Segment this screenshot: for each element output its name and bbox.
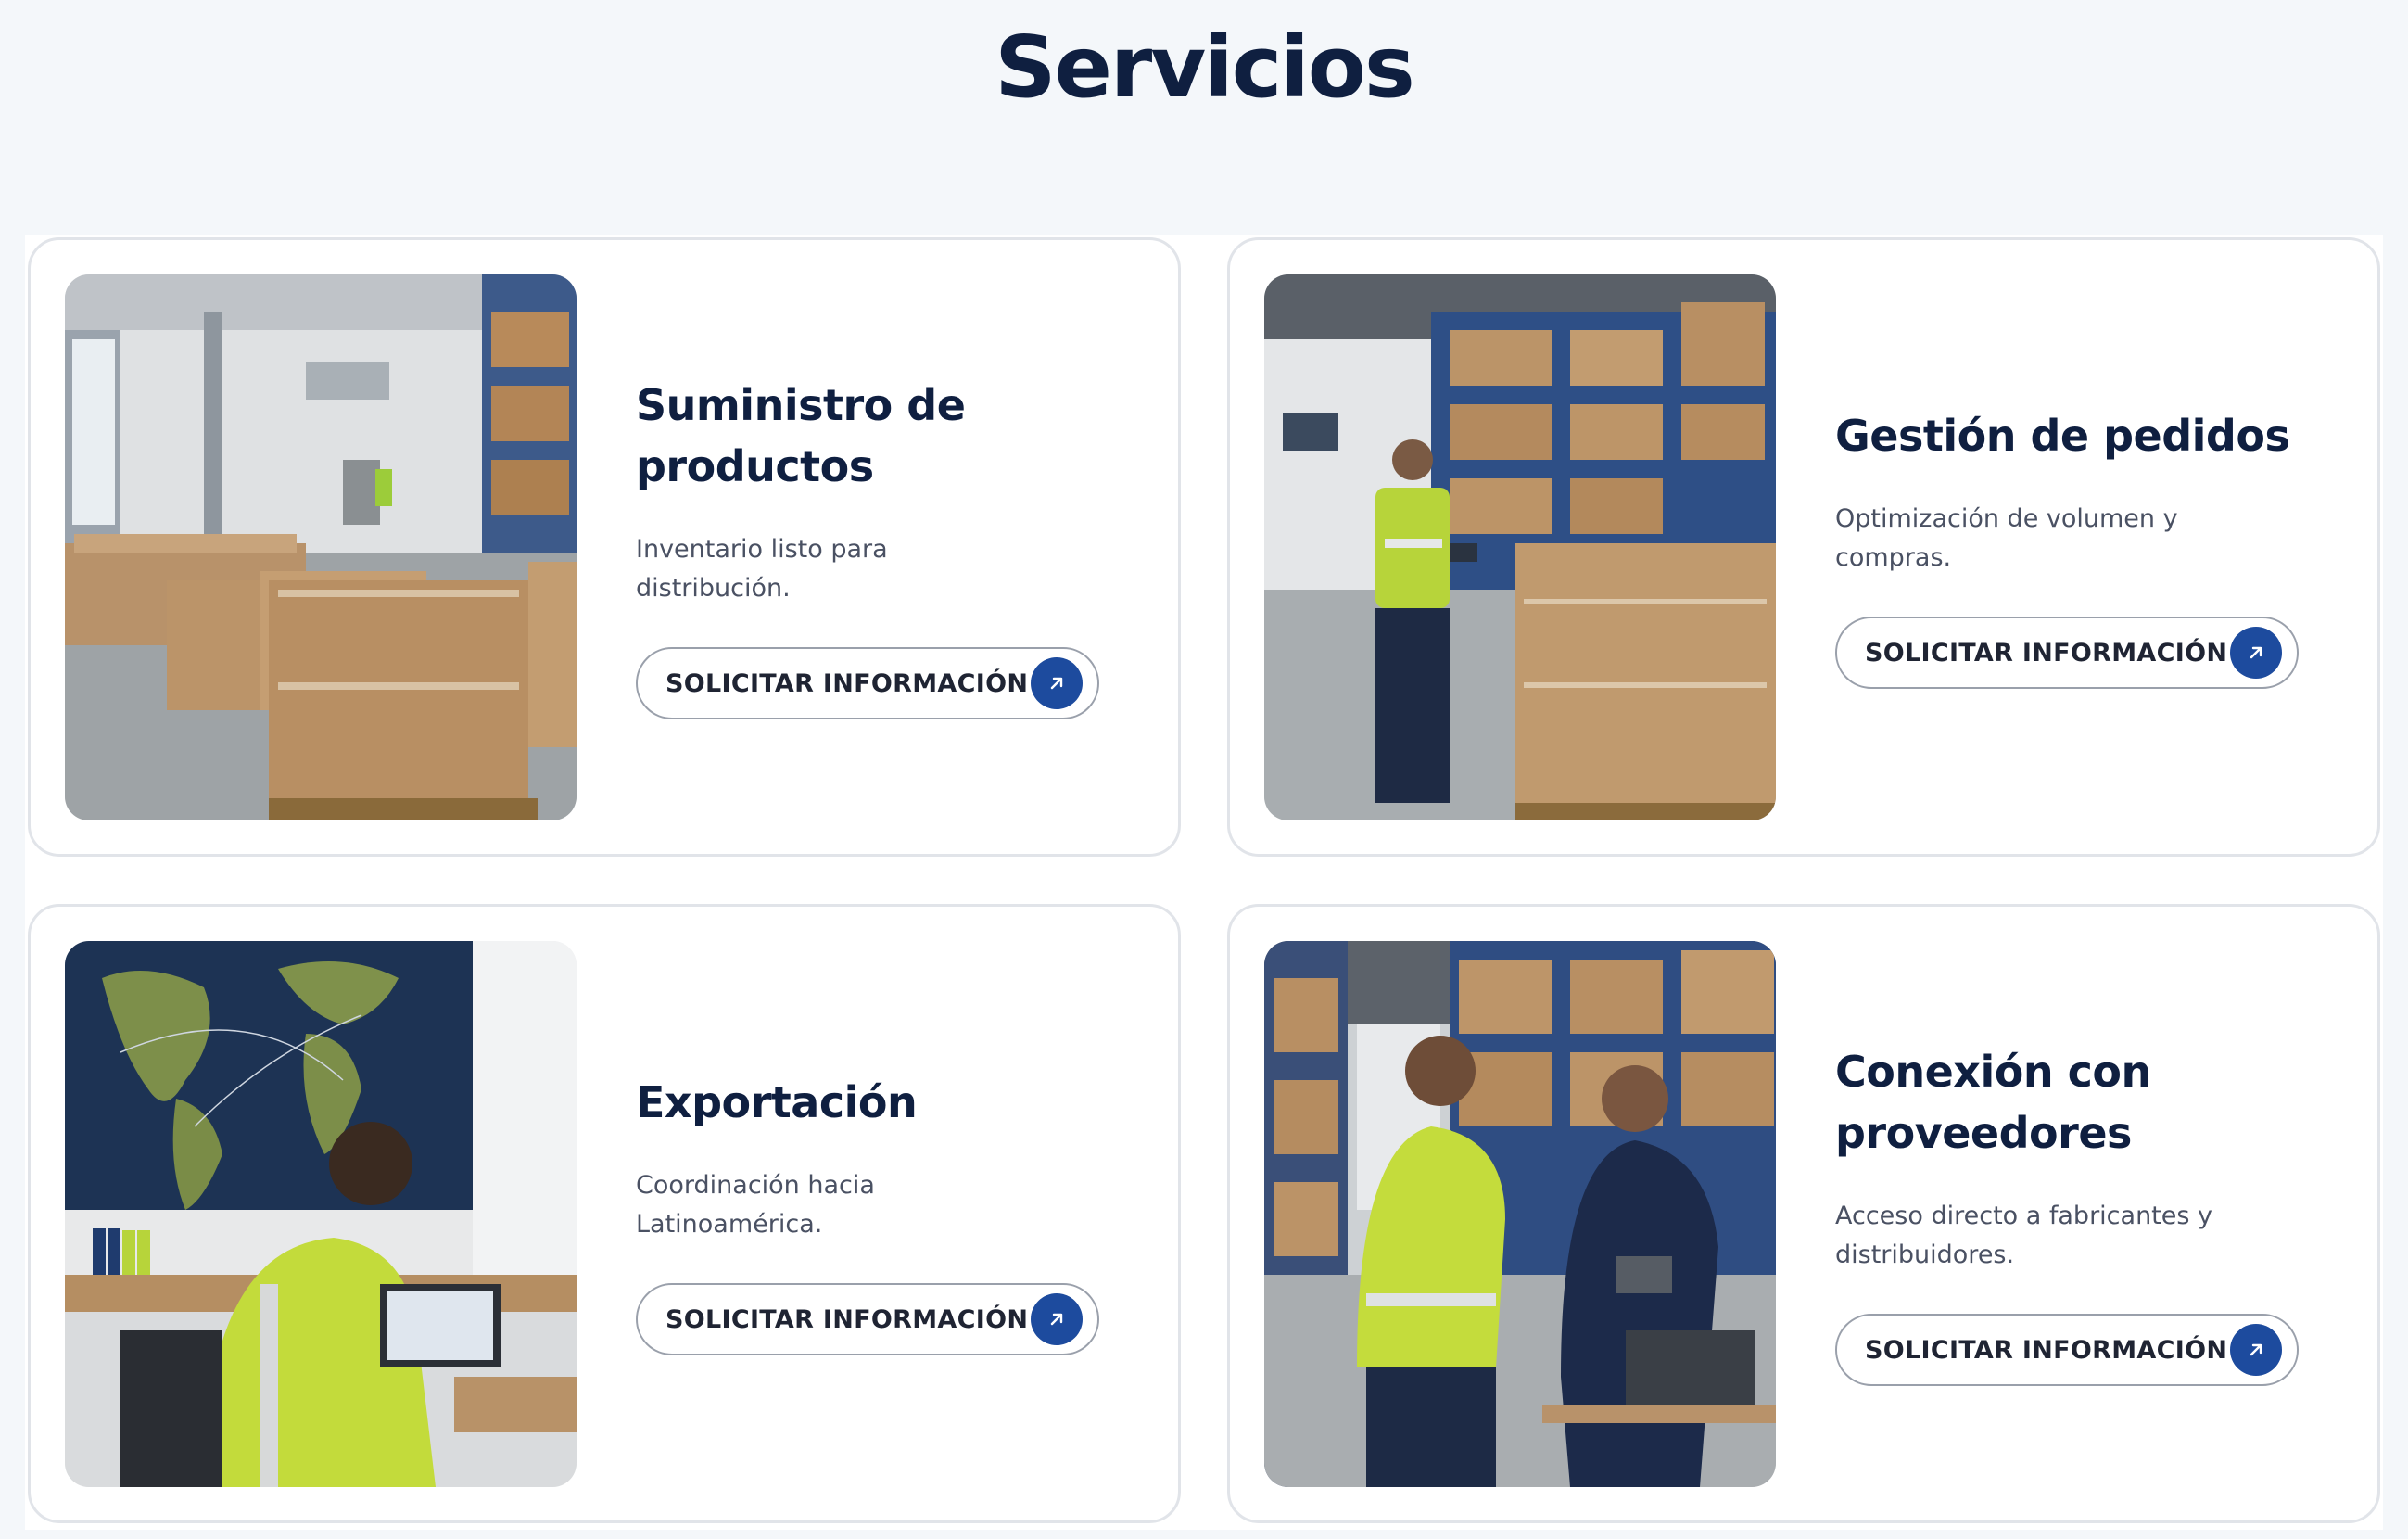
request-info-button[interactable]: SOLICITAR INFORMACIÓN (636, 1283, 1099, 1355)
request-info-label: SOLICITAR INFORMACIÓN (1865, 638, 2228, 668)
card-content: Gestión de pedidos Optimización de volum… (1835, 240, 2336, 854)
arrow-up-right-icon (2230, 1324, 2282, 1376)
card-title: Exportación (636, 1077, 918, 1127)
services-grid: Suministro de productos Inventario listo… (25, 235, 2383, 1530)
card-description: Acceso directo a fabricantes y distribui… (1835, 1202, 2213, 1269)
request-info-label: SOLICITAR INFORMACIÓN (1865, 1335, 2228, 1365)
card-description: Inventario listo para distribución. (636, 535, 888, 603)
card-title: Conexión con proveedores (1835, 1047, 2151, 1158)
card-description: Coordinación hacia Latinoamérica. (636, 1171, 875, 1239)
request-info-button[interactable]: SOLICITAR INFORMACIÓN (1835, 617, 2299, 689)
arrow-up-right-icon (2230, 627, 2282, 679)
card-title: Gestión de pedidos (1835, 411, 2290, 461)
card-title: Suministro de productos (636, 380, 966, 491)
arrow-up-right-icon (1031, 657, 1083, 709)
office-world-map-photo (65, 941, 577, 1487)
request-info-button[interactable]: SOLICITAR INFORMACIÓN (1835, 1314, 2299, 1386)
warehouse-pallets-photo (65, 274, 577, 820)
warehouse-worker-tablet-photo (1264, 274, 1776, 820)
request-info-button[interactable]: SOLICITAR INFORMACIÓN (636, 647, 1099, 719)
card-description: Optimización de volumen y compras. (1835, 504, 2178, 572)
card-content: Exportación Coordinación hacia Latinoamé… (636, 907, 1136, 1520)
service-card-export: Exportación Coordinación hacia Latinoamé… (28, 904, 1181, 1523)
request-info-label: SOLICITAR INFORMACIÓN (665, 1304, 1029, 1334)
card-content: Suministro de productos Inventario listo… (636, 240, 1136, 854)
handshake-warehouse-photo (1264, 941, 1776, 1487)
service-card-suppliers: Conexión con proveedores Acceso directo … (1227, 904, 2380, 1523)
service-card-supply: Suministro de productos Inventario listo… (28, 237, 1181, 857)
page-title: Servicios (995, 18, 1415, 117)
card-content: Conexión con proveedores Acceso directo … (1835, 907, 2336, 1520)
service-card-orders: Gestión de pedidos Optimización de volum… (1227, 237, 2380, 857)
request-info-label: SOLICITAR INFORMACIÓN (665, 668, 1029, 698)
arrow-up-right-icon (1031, 1293, 1083, 1345)
